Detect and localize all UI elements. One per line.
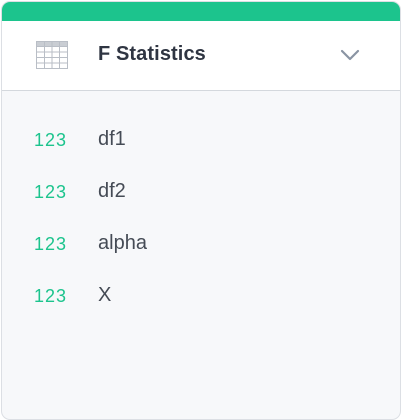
field-name: df2	[98, 180, 126, 202]
field-list: 123 df1 123 df2 123 alpha 123 X	[2, 112, 400, 320]
field-name: alpha	[98, 232, 147, 254]
field-item-x[interactable]: 123 X	[2, 268, 400, 320]
field-item-df2[interactable]: 123 df2	[2, 164, 400, 216]
dataset-panel: F Statistics 123 df1 123 df2 123 alpha 1…	[1, 1, 401, 420]
field-item-df1[interactable]: 123 df1	[2, 112, 400, 164]
field-name: X	[98, 284, 112, 306]
field-name: df1	[98, 128, 126, 150]
panel-header[interactable]: F Statistics	[2, 21, 400, 91]
accent-bar	[2, 2, 400, 21]
numeric-type-icon: 123	[34, 130, 68, 150]
panel-title: F Statistics	[98, 43, 206, 65]
numeric-type-icon: 123	[34, 286, 68, 306]
numeric-type-icon: 123	[34, 182, 68, 202]
table-icon	[36, 41, 68, 69]
numeric-type-icon: 123	[34, 234, 68, 254]
field-item-alpha[interactable]: 123 alpha	[2, 216, 400, 268]
chevron-down-icon[interactable]	[339, 48, 361, 62]
